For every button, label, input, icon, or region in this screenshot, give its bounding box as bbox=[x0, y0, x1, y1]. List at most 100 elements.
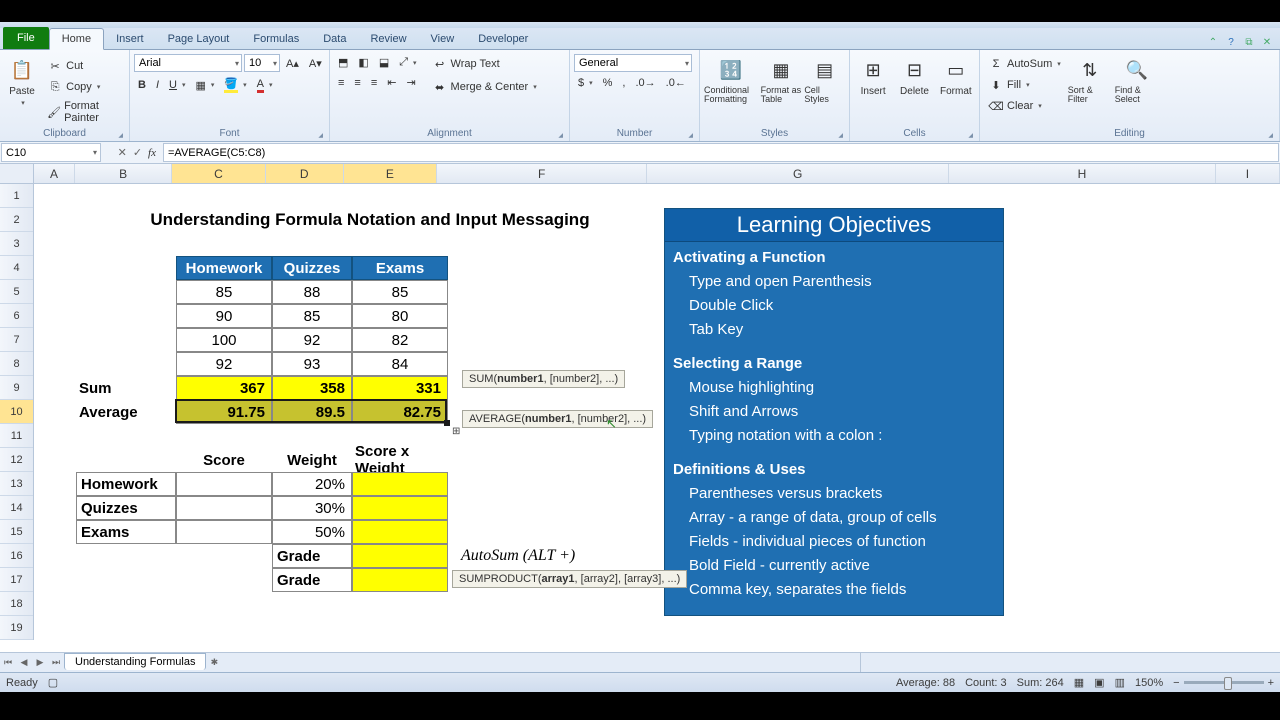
autosum-button[interactable]: ΣAutoSum▾ bbox=[984, 54, 1065, 74]
row-header-14[interactable]: 14 bbox=[0, 496, 33, 520]
underline-button[interactable]: U▾ bbox=[165, 77, 189, 93]
percent-button[interactable]: % bbox=[599, 75, 617, 91]
increase-decimal-button[interactable]: .0→ bbox=[631, 75, 659, 91]
shrink-font-button[interactable]: A▾ bbox=[305, 55, 326, 72]
cut-button[interactable]: ✂Cut bbox=[43, 56, 125, 76]
paste-button[interactable]: 📋 Paste▾ bbox=[4, 54, 40, 107]
cancel-formula-icon[interactable]: ✕ bbox=[118, 146, 127, 159]
row-header-11[interactable]: 11 bbox=[0, 424, 33, 448]
delete-cells-button[interactable]: ⊟Delete bbox=[895, 54, 933, 97]
fx-icon[interactable]: fx bbox=[148, 147, 156, 159]
cell-E6[interactable]: 80 bbox=[352, 304, 448, 328]
tab-home[interactable]: Home bbox=[49, 28, 104, 50]
fill-color-button[interactable]: 🪣▾ bbox=[220, 75, 250, 95]
table2-header-weight[interactable]: Weight bbox=[272, 448, 352, 472]
align-left-button[interactable]: ≡ bbox=[334, 75, 348, 91]
cell-E16[interactable] bbox=[352, 544, 448, 568]
select-all-corner[interactable] bbox=[0, 164, 34, 184]
table2-header-sxw[interactable]: Score x Weight bbox=[352, 448, 448, 472]
row-header-7[interactable]: 7 bbox=[0, 328, 33, 352]
cell-C6[interactable]: 90 bbox=[176, 304, 272, 328]
tab-review[interactable]: Review bbox=[358, 29, 418, 49]
row-header-12[interactable]: 12 bbox=[0, 448, 33, 472]
align-bottom-button[interactable]: ⬓ bbox=[375, 54, 393, 71]
grow-font-button[interactable]: A▴ bbox=[282, 55, 303, 72]
conditional-formatting-button[interactable]: 🔢Conditional Formatting bbox=[704, 54, 758, 104]
row-header-17[interactable]: 17 bbox=[0, 568, 33, 592]
cell-D5[interactable]: 88 bbox=[272, 280, 352, 304]
name-box[interactable]: C10 bbox=[1, 143, 101, 162]
clear-button[interactable]: ⌫Clear▾ bbox=[984, 96, 1065, 116]
orientation-button[interactable]: ⤢▾ bbox=[395, 54, 420, 71]
merge-center-button[interactable]: ⬌Merge & Center▾ bbox=[428, 77, 541, 97]
row-header-5[interactable]: 5 bbox=[0, 280, 33, 304]
tab-nav-last[interactable]: ⏭ bbox=[48, 657, 64, 668]
col-header-E[interactable]: E bbox=[344, 164, 437, 183]
col-header-C[interactable]: C bbox=[172, 164, 265, 183]
cell-E15[interactable] bbox=[352, 520, 448, 544]
enter-formula-icon[interactable]: ✓ bbox=[133, 146, 142, 159]
format-as-table-button[interactable]: ▦Format as Table bbox=[761, 54, 802, 104]
cell-B14[interactable]: Quizzes bbox=[76, 496, 176, 520]
cell-E7[interactable]: 82 bbox=[352, 328, 448, 352]
bold-button[interactable]: B bbox=[134, 77, 150, 93]
table1-header-0[interactable]: Homework bbox=[176, 256, 272, 280]
row-header-16[interactable]: 16 bbox=[0, 544, 33, 568]
row-header-6[interactable]: 6 bbox=[0, 304, 33, 328]
align-top-button[interactable]: ⬒ bbox=[334, 54, 352, 71]
cell-C9[interactable]: 367 bbox=[176, 376, 272, 400]
table1-header-1[interactable]: Quizzes bbox=[272, 256, 352, 280]
cell-D7[interactable]: 92 bbox=[272, 328, 352, 352]
col-header-B[interactable]: B bbox=[75, 164, 172, 183]
macro-record-icon[interactable]: ▢ bbox=[48, 676, 58, 689]
format-painter-button[interactable]: 🖌Format Painter bbox=[43, 98, 125, 126]
align-center-button[interactable]: ≡ bbox=[350, 75, 364, 91]
row-header-4[interactable]: 4 bbox=[0, 256, 33, 280]
view-normal-icon[interactable]: ▦ bbox=[1074, 676, 1084, 689]
view-layout-icon[interactable]: ▣ bbox=[1094, 676, 1104, 689]
help-icon[interactable]: ? bbox=[1224, 35, 1238, 49]
tab-developer[interactable]: Developer bbox=[466, 29, 540, 49]
tab-nav-prev[interactable]: ◀ bbox=[16, 657, 32, 668]
cell-E14[interactable] bbox=[352, 496, 448, 520]
cell-E9[interactable]: 331 bbox=[352, 376, 448, 400]
fill-button[interactable]: ⬇Fill▾ bbox=[984, 75, 1065, 95]
new-sheet-button[interactable]: ✱ bbox=[206, 657, 222, 668]
cell-E8[interactable]: 84 bbox=[352, 352, 448, 376]
col-header-A[interactable]: A bbox=[34, 164, 75, 183]
find-select-button[interactable]: 🔍Find & Select bbox=[1115, 54, 1159, 104]
formula-bar[interactable]: =AVERAGE(C5:C8) bbox=[163, 143, 1279, 162]
tab-pagelayout[interactable]: Page Layout bbox=[156, 29, 242, 49]
col-header-I[interactable]: I bbox=[1216, 164, 1280, 183]
cell-D15[interactable]: 50% bbox=[272, 520, 352, 544]
increase-indent-button[interactable]: ⇥ bbox=[402, 74, 419, 91]
cell-D6[interactable]: 85 bbox=[272, 304, 352, 328]
table2-header-score[interactable]: Score bbox=[176, 448, 272, 472]
cell-C5[interactable]: 85 bbox=[176, 280, 272, 304]
minimize-ribbon-icon[interactable]: ⌃ bbox=[1206, 35, 1220, 49]
tab-insert[interactable]: Insert bbox=[104, 29, 156, 49]
cell-D14[interactable]: 30% bbox=[272, 496, 352, 520]
row-header-8[interactable]: 8 bbox=[0, 352, 33, 376]
cell-C8[interactable]: 92 bbox=[176, 352, 272, 376]
window-restore-icon[interactable]: ⧉ bbox=[1242, 35, 1256, 49]
table1-header-2[interactable]: Exams bbox=[352, 256, 448, 280]
align-middle-button[interactable]: ◧ bbox=[354, 54, 372, 71]
insert-cells-button[interactable]: ⊞Insert bbox=[854, 54, 892, 97]
row-header-18[interactable]: 18 bbox=[0, 592, 33, 616]
sort-filter-button[interactable]: ⇅Sort & Filter bbox=[1068, 54, 1112, 104]
sheet-tab[interactable]: Understanding Formulas bbox=[64, 653, 206, 670]
number-format-combo[interactable]: General bbox=[574, 54, 692, 72]
cell-C14[interactable] bbox=[176, 496, 272, 520]
border-button[interactable]: ▦▾ bbox=[191, 77, 218, 94]
cell-styles-button[interactable]: ▤Cell Styles bbox=[804, 54, 845, 104]
tab-formulas[interactable]: Formulas bbox=[241, 29, 311, 49]
cell-C13[interactable] bbox=[176, 472, 272, 496]
row-header-1[interactable]: 1 bbox=[0, 184, 33, 208]
decrease-indent-button[interactable]: ⇤ bbox=[383, 74, 400, 91]
zoom-in-button[interactable]: + bbox=[1268, 677, 1274, 689]
font-name-combo[interactable]: Arial bbox=[134, 54, 242, 72]
cell-E13[interactable] bbox=[352, 472, 448, 496]
cell-E17[interactable] bbox=[352, 568, 448, 592]
window-close-icon[interactable]: ✕ bbox=[1260, 35, 1274, 49]
